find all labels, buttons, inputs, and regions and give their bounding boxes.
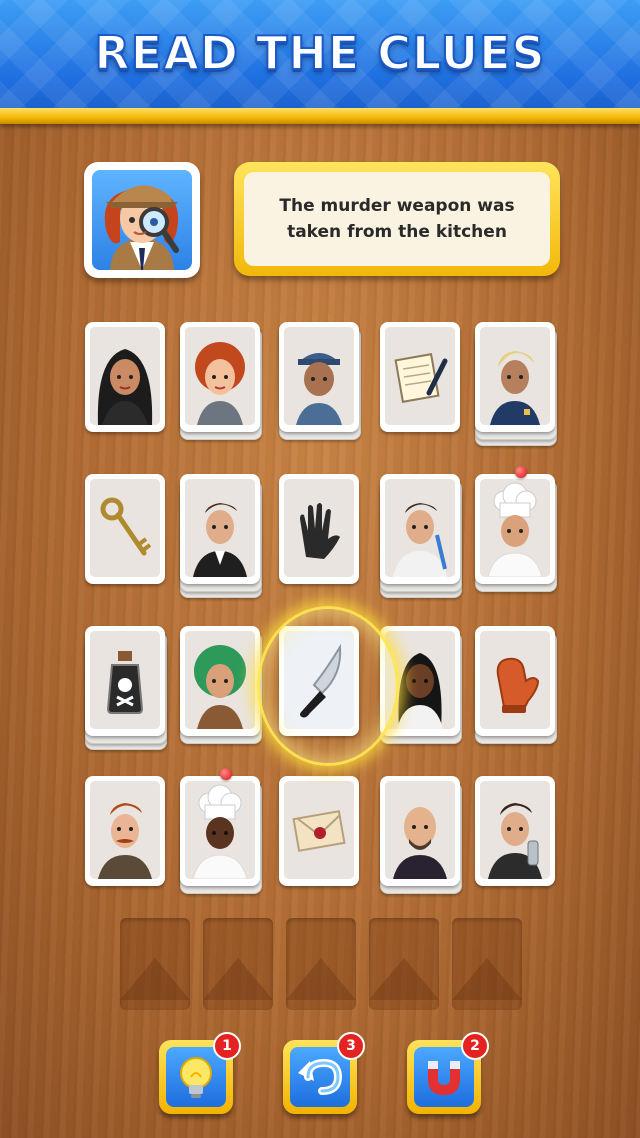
red-pin-icon [515,466,527,478]
card-face [380,474,460,584]
header-gold-strip [0,108,640,124]
detective-avatar [84,162,200,278]
clue-box: The murder weapon was taken from the kit… [234,162,560,276]
card-notepad[interactable] [380,322,460,432]
man-mustache-icon [90,781,160,879]
card-face [279,474,359,584]
card-man-mustache[interactable] [85,776,165,886]
card-dentist[interactable] [380,474,462,598]
bartender-icon [480,781,550,879]
card-face [279,322,359,432]
card-police-officer[interactable] [475,322,557,446]
card-face [475,474,555,584]
clue-text: The murder weapon was taken from the kit… [279,196,515,242]
card-woman-green-hair[interactable] [180,626,262,744]
chef-icon [480,479,550,577]
police-officer-icon [480,327,550,425]
red-pin-icon [220,768,232,780]
selection-glow [257,606,399,766]
man-suit-icon [185,479,255,577]
artist-red-hair-icon [185,327,255,425]
card-face [85,626,165,736]
tray-slot-3[interactable] [286,918,356,1010]
card-face [180,776,260,886]
header-banner: READ THE CLUES [0,0,640,112]
card-artist-red-hair[interactable] [180,322,262,440]
chef-2-icon [185,781,255,879]
detective-avatar-icon [104,185,179,270]
card-face [180,322,260,432]
poison-bottle-icon [90,631,160,729]
card-face [85,322,165,432]
oven-mitt-icon [480,631,550,729]
tray-slot-5[interactable] [452,918,522,1010]
magnet-button[interactable]: 2 [407,1032,489,1114]
mailman-icon [284,327,354,425]
woman-green-hair-icon [185,631,255,729]
dentist-icon [385,479,455,577]
woman-black-hair-icon [90,327,160,425]
tray-slot-4[interactable] [369,918,439,1010]
card-letter[interactable] [279,776,359,886]
undo-count-badge: 3 [337,1032,365,1060]
card-face [279,776,359,886]
sealed-letter-icon [284,781,354,879]
card-mailman[interactable] [279,322,361,440]
card-face [180,626,260,736]
notepad-pen-icon [385,327,455,425]
card-poison[interactable] [85,626,167,750]
card-woman-black-hair[interactable] [85,322,165,432]
bald-man-icon [385,781,455,879]
card-face [475,776,555,886]
card-bald-man[interactable] [380,776,462,894]
card-man-suit[interactable] [180,474,262,598]
card-key[interactable] [85,474,165,584]
card-gloves[interactable] [279,474,359,584]
hint-button[interactable]: 1 [159,1032,241,1114]
gloves-icon [284,479,354,577]
key-icon [90,479,160,577]
card-face [180,474,260,584]
card-bartender[interactable] [475,776,555,886]
card-chef[interactable] [475,466,557,592]
card-face [475,626,555,736]
magnet-count-badge: 2 [461,1032,489,1060]
card-face [380,322,460,432]
card-face [85,474,165,584]
card-face [85,776,165,886]
card-face [475,322,555,432]
undo-button[interactable]: 3 [283,1032,365,1114]
card-face [380,776,460,886]
page-title: READ THE CLUES [93,25,546,81]
card-chef-2[interactable] [180,768,262,894]
card-oven-mitt[interactable] [475,626,557,744]
tray-slot-2[interactable] [203,918,273,1010]
hint-count-badge: 1 [213,1032,241,1060]
tray-slot-1[interactable] [120,918,190,1010]
